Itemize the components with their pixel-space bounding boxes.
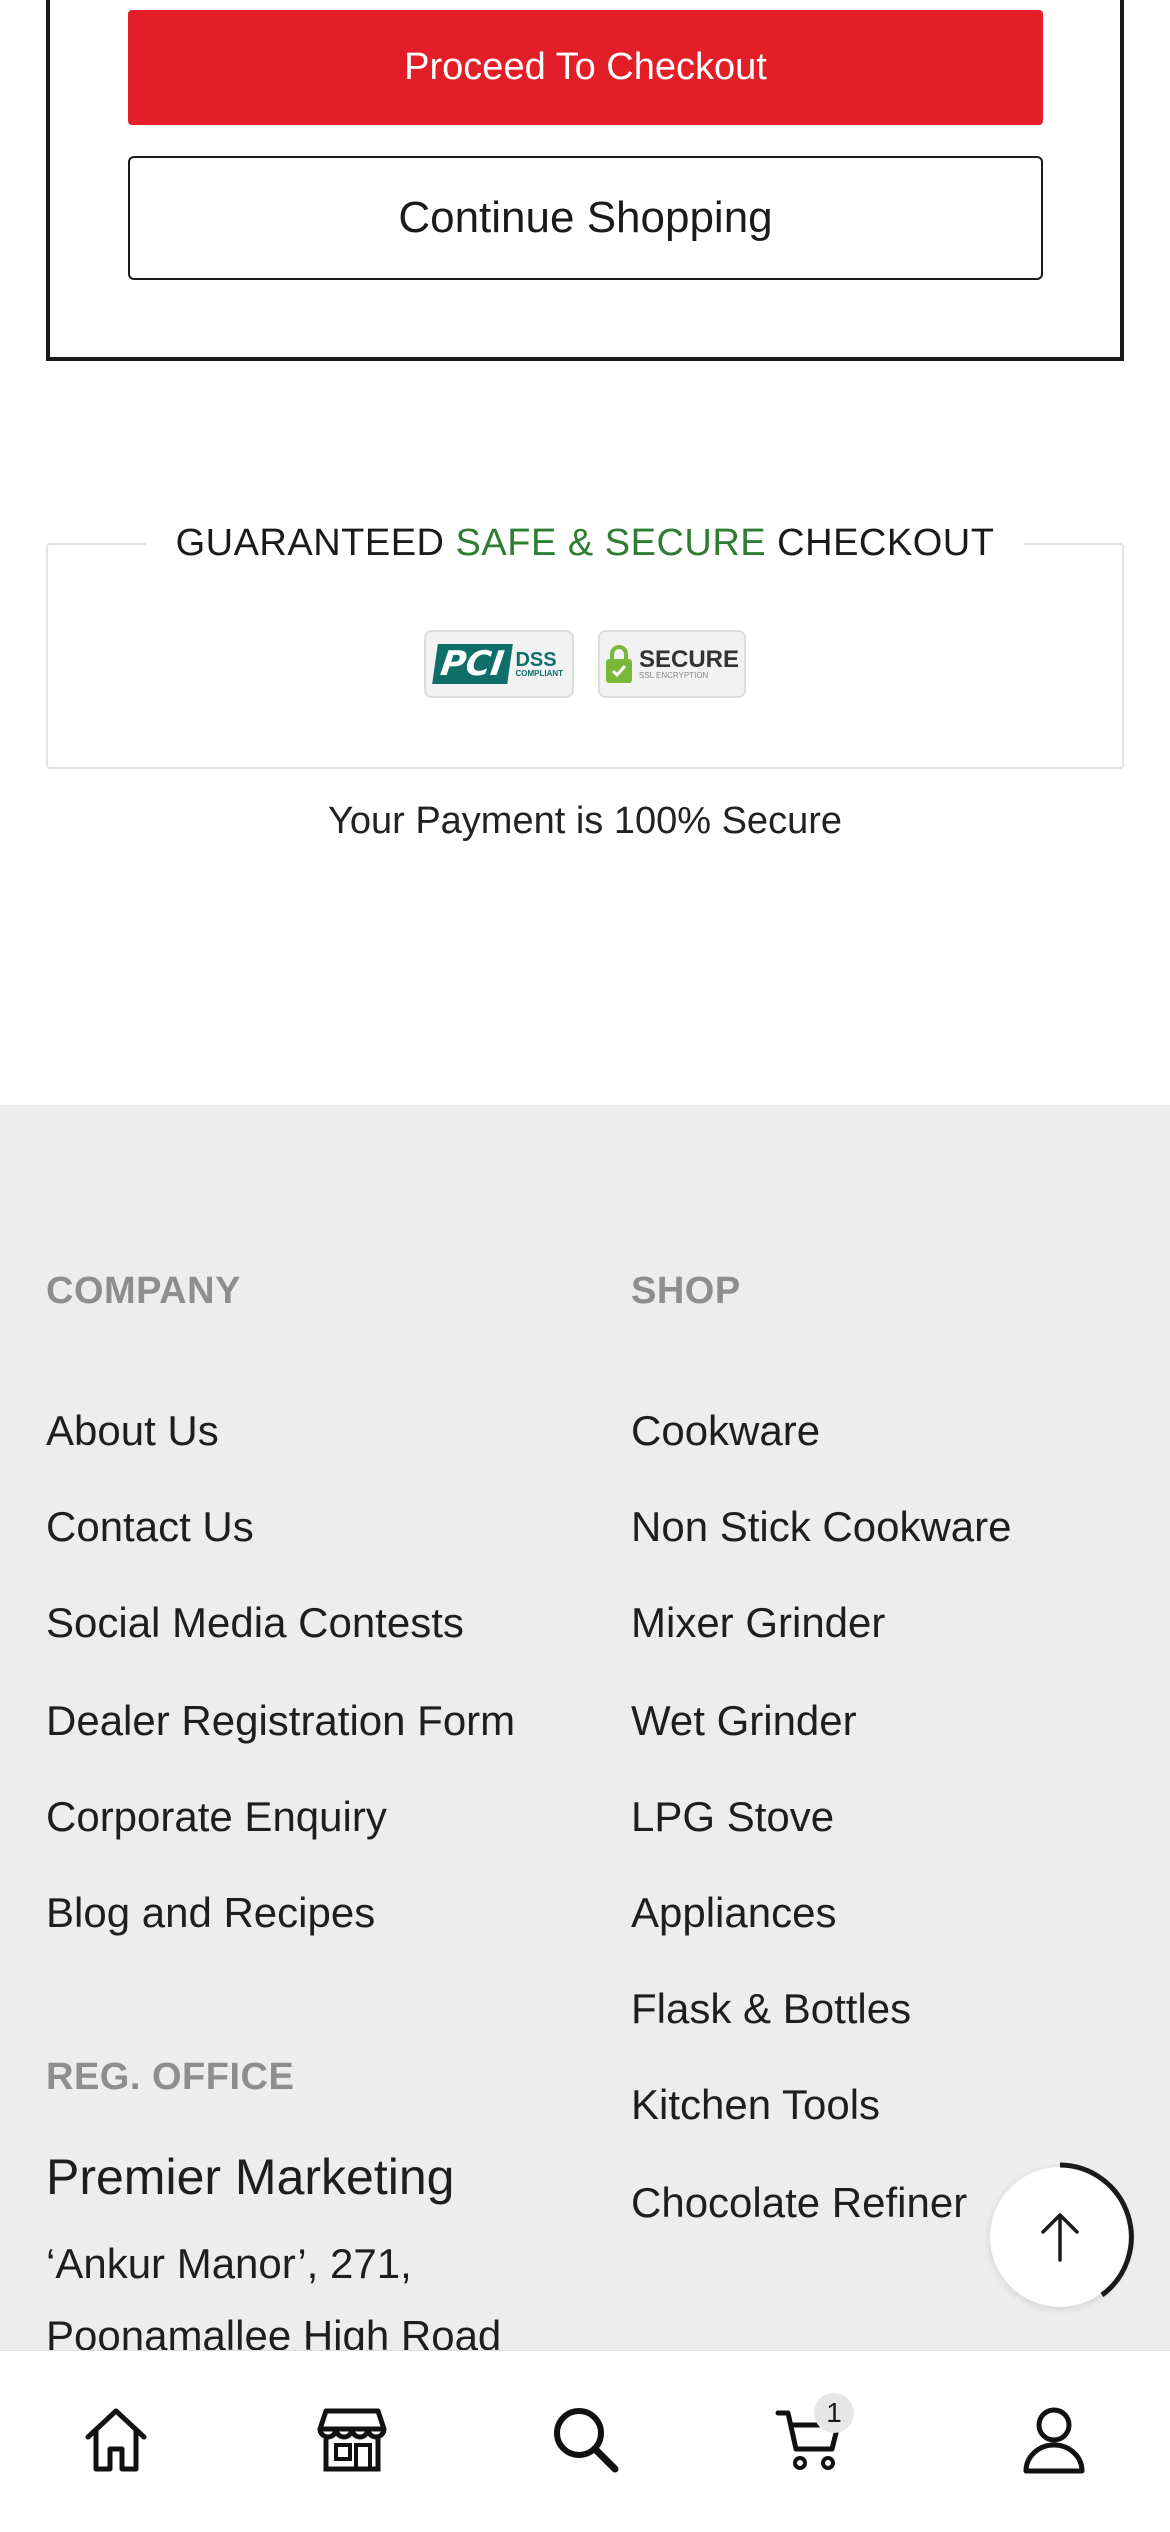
footer-link-flask-bottles[interactable]: Flask & Bottles xyxy=(631,1985,911,2033)
lock-icon xyxy=(605,644,633,684)
footer-link-blog-recipes[interactable]: Blog and Recipes xyxy=(46,1889,375,1937)
footer-link-cookware[interactable]: Cookware xyxy=(631,1407,820,1455)
nav-cart-button[interactable]: 1 xyxy=(770,2393,854,2479)
secure-checkout-title: GUARANTEED SAFE & SECURE CHECKOUT xyxy=(0,518,1170,568)
footer-link-non-stick-cookware[interactable]: Non Stick Cookware xyxy=(631,1503,1011,1551)
footer-link-appliances[interactable]: Appliances xyxy=(631,1889,836,1937)
search-icon xyxy=(554,2408,619,2473)
back-to-top-button[interactable] xyxy=(990,2162,1134,2307)
footer-link-kitchen-tools[interactable]: Kitchen Tools xyxy=(631,2081,880,2129)
bottom-navigation: 1 xyxy=(0,2350,1170,2532)
account-icon xyxy=(1023,2407,1085,2474)
footer-link-mixer-grinder[interactable]: Mixer Grinder xyxy=(631,1599,885,1647)
nav-account-button[interactable] xyxy=(1014,2399,1094,2479)
footer-link-dealer-registration[interactable]: Dealer Registration Form xyxy=(46,1697,515,1745)
nav-store-button[interactable] xyxy=(312,2399,392,2479)
office-address-line-1: ‘Ankur Manor’, 271, xyxy=(46,2240,412,2287)
footer-link-social-media-contests[interactable]: Social Media Contests xyxy=(46,1599,464,1647)
continue-shopping-button[interactable]: Continue Shopping xyxy=(128,156,1043,280)
pci-logo: PCI xyxy=(432,644,513,684)
ssl-secure-badge: SECURE SSL ENCRYPTION xyxy=(598,630,746,698)
pci-compliant-text: COMPLIANT xyxy=(515,669,564,678)
ssl-encryption-text: SSL ENCRYPTION xyxy=(638,671,709,680)
ssl-secure-text: SECURE xyxy=(638,646,740,673)
footer-link-corporate-enquiry[interactable]: Corporate Enquiry xyxy=(46,1793,387,1841)
title-text-1: GUARANTEED xyxy=(175,522,456,564)
page: Proceed To Checkout Continue Shopping GU… xyxy=(0,0,1170,2532)
footer-link-chocolate-refiner[interactable]: Chocolate Refiner xyxy=(631,2179,967,2227)
payment-secure-note: Your Payment is 100% Secure xyxy=(327,800,842,842)
cart-count-badge: 1 xyxy=(814,2393,854,2433)
footer-link-wet-grinder[interactable]: Wet Grinder xyxy=(631,1697,857,1745)
company-heading: COMPANY xyxy=(46,1270,241,1312)
footer-link-lpg-stove[interactable]: LPG Stove xyxy=(631,1793,834,1841)
title-text-3: CHECKOUT xyxy=(766,522,995,564)
office-name: Premier Marketing xyxy=(46,2149,455,2205)
shop-heading: SHOP xyxy=(631,1270,741,1312)
footer-link-contact-us[interactable]: Contact Us xyxy=(46,1503,254,1551)
store-icon xyxy=(317,2408,387,2472)
pci-dss-badge: PCI DSS COMPLIANT xyxy=(424,630,574,698)
secure-checkout-box xyxy=(46,543,1124,769)
reg-office-heading: REG. OFFICE xyxy=(46,2056,295,2098)
nav-search-button[interactable] xyxy=(545,2399,625,2479)
proceed-to-checkout-button[interactable]: Proceed To Checkout xyxy=(128,10,1043,125)
nav-home-button[interactable] xyxy=(76,2399,156,2479)
title-text-2: SAFE & SECURE xyxy=(455,522,767,564)
home-icon xyxy=(85,2408,147,2472)
footer-link-about-us[interactable]: About Us xyxy=(46,1407,219,1455)
scroll-progress-ring xyxy=(1059,2162,1134,2298)
pci-dss-text: DSS xyxy=(515,649,557,671)
